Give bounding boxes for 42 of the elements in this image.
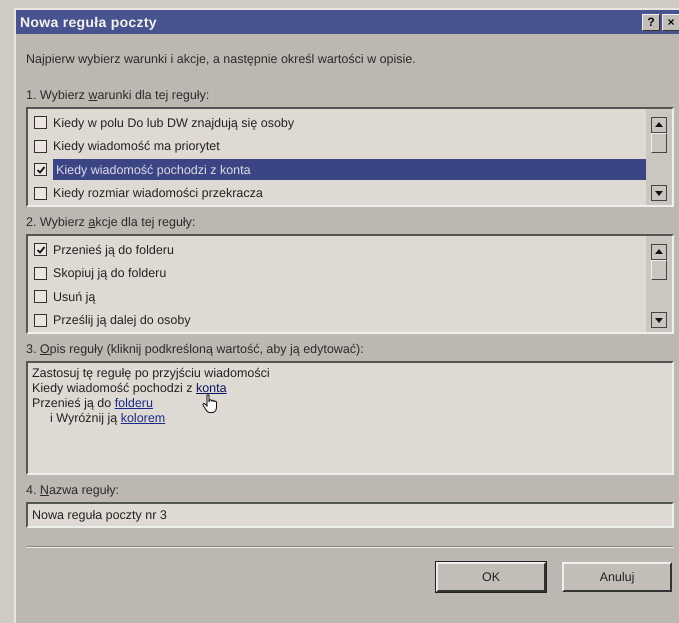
list-item[interactable]: Kiedy w polu Do lub DW znajdują się osoby [28,111,646,134]
window-title: Nowa reguła poczty [20,14,157,30]
list-item[interactable]: Skopiuj ją do folderu [28,262,646,285]
scroll-down-icon[interactable] [651,312,667,328]
list-item[interactable]: Przenieś ją do folderu [28,238,646,262]
scroll-thumb[interactable] [651,260,667,280]
checkbox[interactable] [34,163,47,176]
description-text: Przenieś ją do [32,396,112,410]
instruction-text: Najpierw wybierz warunki i akcje, a następnie określ wartości w opisie. [26,52,417,66]
rule-name-field[interactable]: Nowa reguła poczty nr 3 [26,502,674,528]
checkbox[interactable] [34,243,47,256]
checkbox[interactable] [34,140,47,153]
value-link[interactable]: konta [196,381,227,395]
checkbox[interactable] [34,290,47,304]
section-label: 3. Opis reguły (kliknij podkreśloną wartość, aby ją edytować): [26,342,365,356]
section-label: 2. Wybierz akcje dla tej reguły: [26,215,196,229]
scrollbar[interactable] [646,109,672,205]
list-item[interactable]: Kiedy wiadomość ma priorytet [28,134,646,158]
scroll-down-icon[interactable] [651,185,667,201]
list-item[interactable]: Kiedy rozmiar wiadomości przekracza [28,182,646,205]
ok-button[interactable]: OK [436,562,546,592]
checkbox[interactable] [34,186,47,200]
description-text: Kiedy wiadomość pochodzi z [32,381,194,395]
close-button[interactable]: × [662,14,679,30]
description-text: Zastosuj tę regułę po przyjściu wiadomości [32,366,270,380]
scroll-up-icon[interactable] [651,244,667,260]
help-button[interactable]: ? [642,14,660,30]
value-link[interactable]: folderu [114,396,153,410]
cancel-button[interactable]: Anuluj [562,562,672,592]
scrollbar[interactable] [646,236,672,332]
checkbox[interactable] [34,116,47,130]
scroll-thumb[interactable] [651,133,667,153]
section-label: 4. Nazwa reguły: [26,483,120,497]
scroll-up-icon[interactable] [651,117,667,133]
list-item[interactable]: Prześlij ją dalej do osoby [28,308,646,332]
checkbox[interactable] [34,314,47,327]
value-link[interactable]: kolorem [120,411,166,425]
list-item[interactable]: Usuń ją [28,285,646,308]
hand-cursor-icon [202,394,218,414]
description-text: i Wyróżnij ją [50,411,118,425]
section-label: 1. Wybierz warunki dla tej reguły: [26,88,210,102]
checkbox[interactable] [34,266,47,280]
